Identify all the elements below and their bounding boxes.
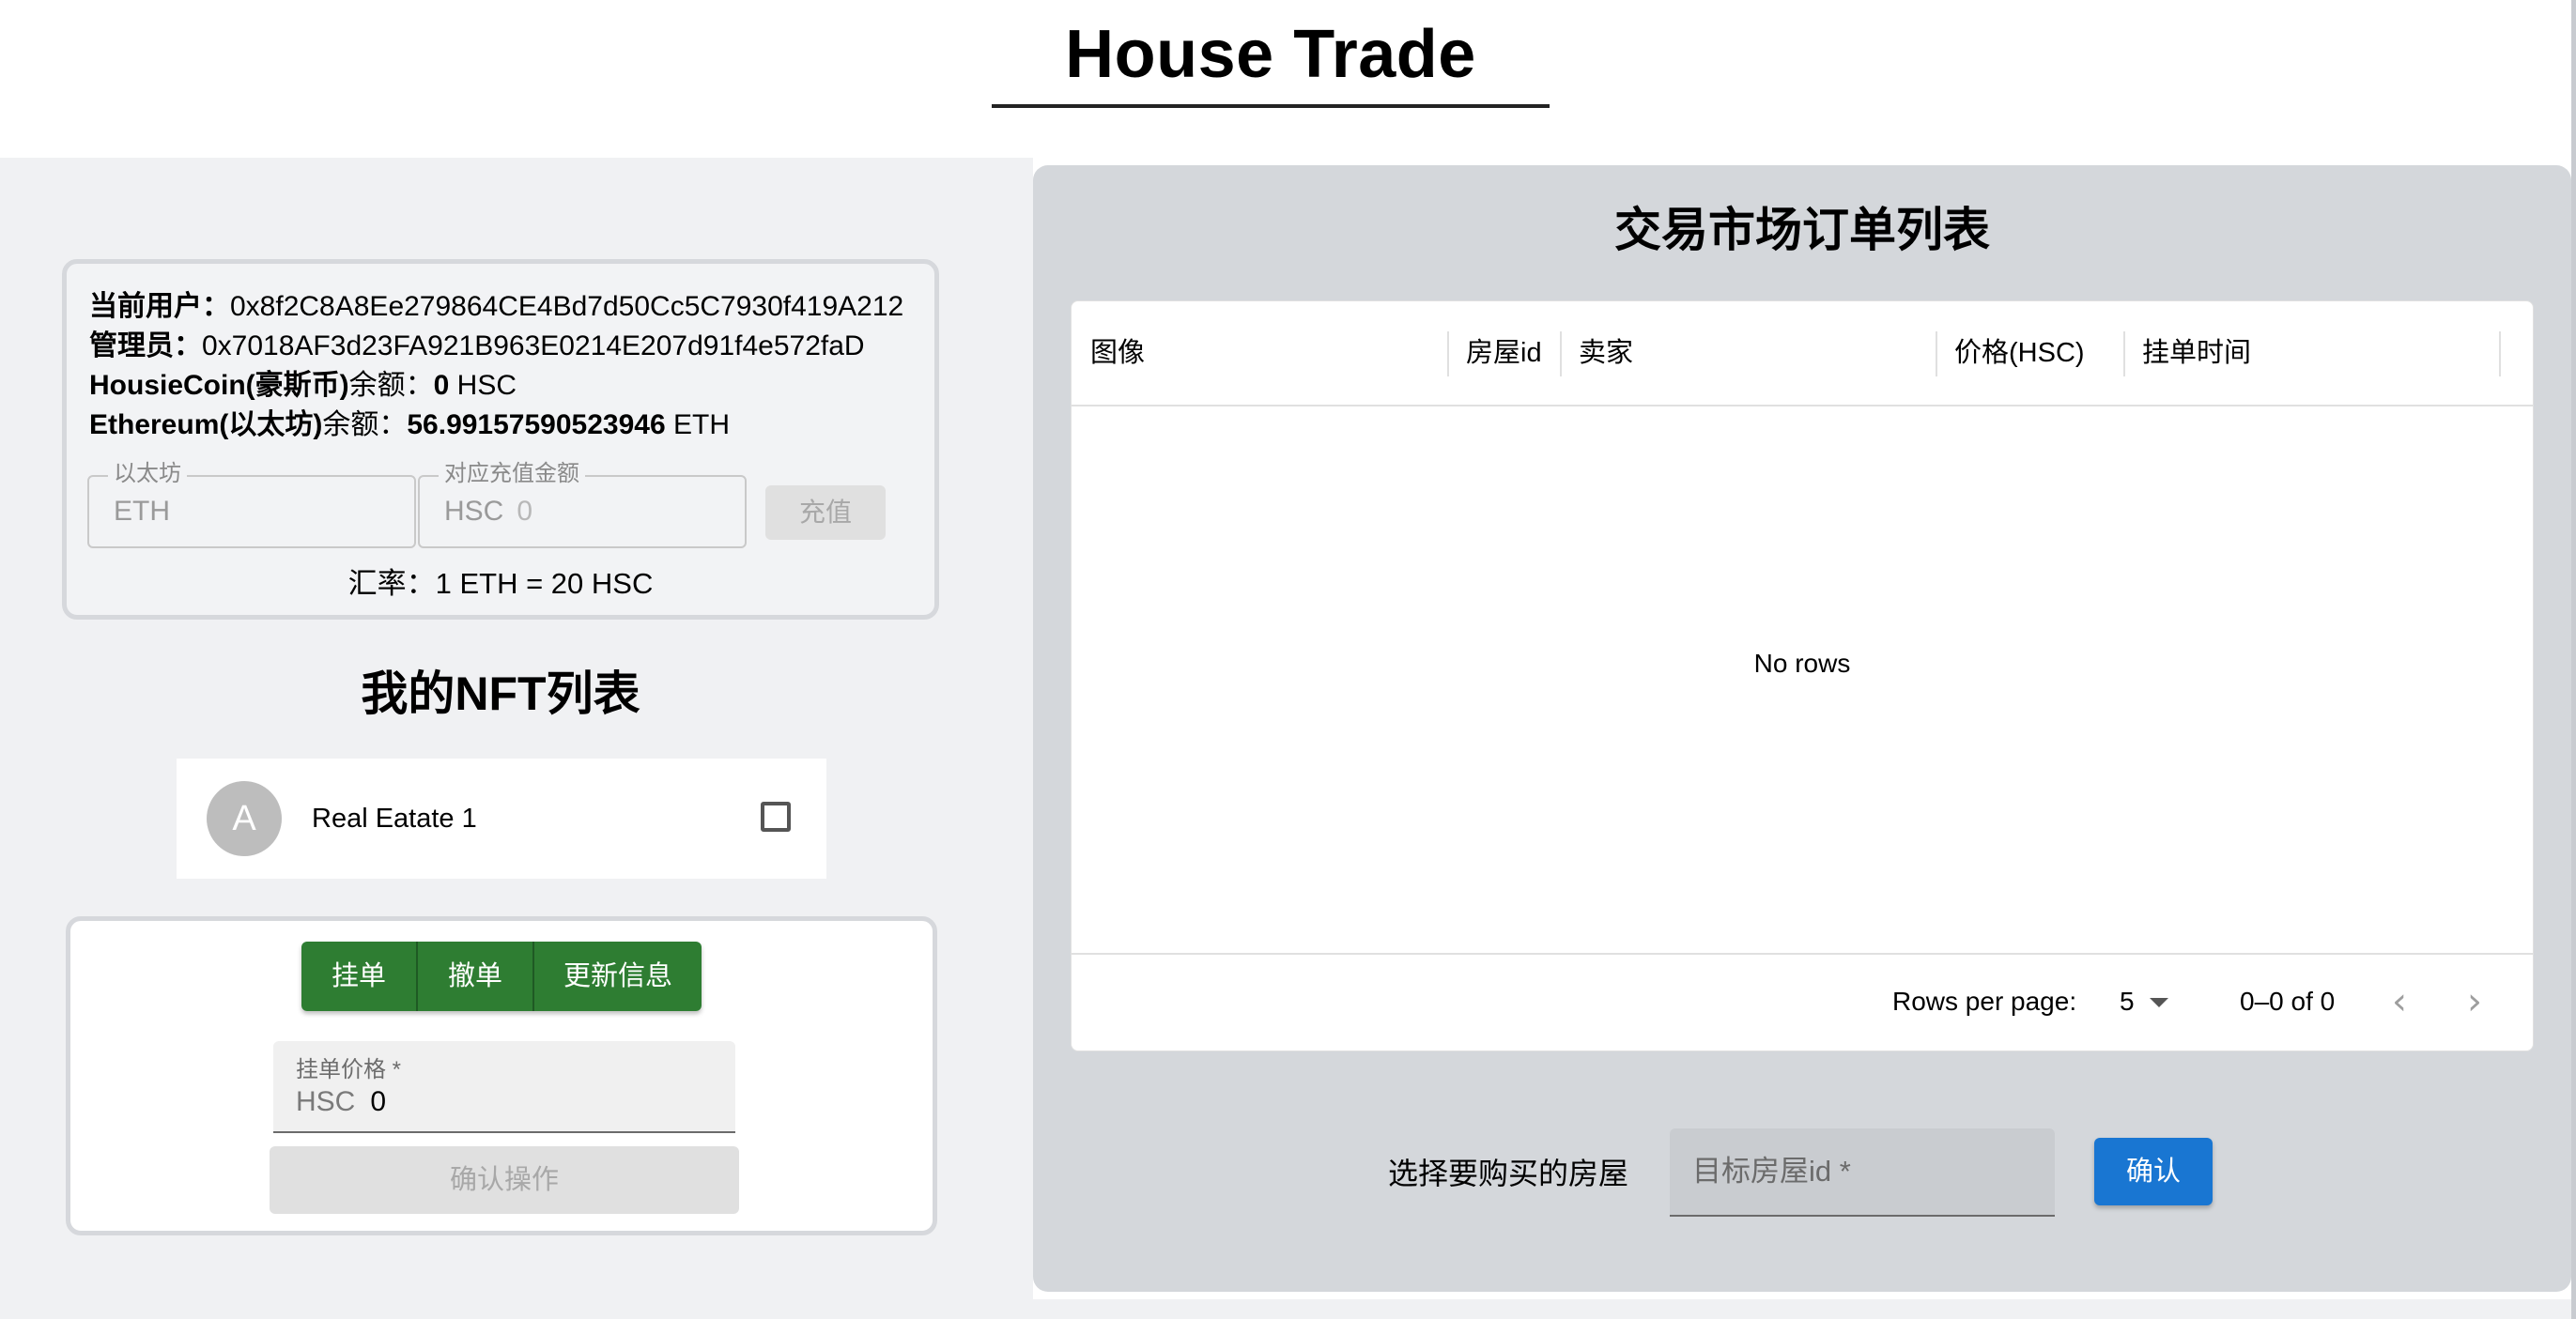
listing-price-field[interactable]: 挂单价格 * HSC 0 — [273, 1041, 735, 1133]
rows-per-page-select[interactable]: 5 — [2120, 981, 2135, 1022]
hsc-amount-field[interactable]: 对应充值金额 HSC 0 — [418, 460, 747, 548]
page-footer-strip — [0, 1299, 2571, 1319]
eth-balance-suffix: 余额： — [322, 409, 408, 440]
cancel-order-button[interactable]: 撤单 — [418, 942, 534, 1011]
listing-price-label: 挂单价格 * — [296, 1057, 402, 1082]
table-header: 图像 房屋id 卖家 价格(HSC) 挂单时间 — [1072, 301, 2533, 406]
pagination-range: 0–0 of 0 — [2240, 987, 2336, 1016]
hsc-unit: HSC — [449, 370, 517, 401]
admin-address: 0x7018AF3d23FA921B963E0214E207d91f4e572f… — [202, 330, 865, 361]
hsc-balance-suffix: 余额： — [348, 370, 434, 401]
eth-field-prefix: ETH — [114, 496, 170, 527]
column-header-seller[interactable]: 卖家 — [1560, 301, 1936, 405]
column-separator[interactable] — [2499, 331, 2501, 376]
chevron-right-icon[interactable]: › — [2454, 979, 2495, 1024]
rows-per-page-label: Rows per page: — [1892, 987, 2077, 1016]
action-button-group: 挂单 撤单 更新信息 — [301, 942, 702, 1011]
purchase-label: 选择要购买的房屋 — [1388, 1157, 1629, 1190]
exchange-rate: 汇率：1 ETH = 20 HSC — [347, 567, 654, 600]
avatar: A — [207, 781, 282, 856]
list-item[interactable]: A Real Eatate 1 — [177, 759, 826, 879]
listing-action-card: 挂单 撤单 更新信息 挂单价格 * HSC 0 确认操作 — [66, 916, 937, 1235]
recharge-button[interactable]: 充值 — [765, 485, 886, 540]
listing-price-prefix: HSC — [296, 1086, 356, 1117]
account-card: 当前用户：0x8f2C8A8Ee279864CE4Bd7d50Cc5C7930f… — [62, 259, 939, 620]
column-header-image[interactable]: 图像 — [1072, 301, 1447, 405]
table-pagination: Rows per page: 5 0–0 of 0 ‹ › — [1072, 953, 2533, 1051]
current-user-address: 0x8f2C8A8Ee279864CE4Bd7d50Cc5C7930f419A2… — [230, 291, 904, 322]
hsc-balance-line: HousieCoin(豪斯币)余额：0 HSC — [89, 367, 517, 405]
column-header-listing-time[interactable]: 挂单时间 — [2123, 301, 2499, 405]
target-house-id-input[interactable]: 目标房屋id * — [1670, 1128, 2055, 1217]
chevron-down-icon[interactable] — [2150, 998, 2168, 1007]
current-user-line: 当前用户：0x8f2C8A8Ee279864CE4Bd7d50Cc5C7930f… — [89, 288, 903, 326]
admin-line: 管理员：0x7018AF3d23FA921B963E0214E207d91f4e… — [89, 328, 865, 365]
column-header-price[interactable]: 价格(HSC) — [1936, 301, 2123, 405]
page-title: House Trade — [992, 6, 1550, 108]
order-table: 图像 房屋id 卖家 价格(HSC) 挂单时间 No rows Rows per… — [1071, 300, 2534, 1051]
current-user-label: 当前用户： — [89, 291, 230, 322]
nft-checkbox[interactable] — [761, 802, 791, 832]
confirm-purchase-button[interactable]: 确认 — [2094, 1138, 2213, 1205]
confirm-operation-button[interactable]: 确认操作 — [270, 1146, 739, 1214]
empty-state-text: No rows — [1753, 649, 1851, 678]
eth-amount-field[interactable]: 以太坊 ETH — [87, 460, 416, 548]
app-header: House Trade — [0, 0, 2576, 158]
chevron-left-icon[interactable]: ‹ — [2379, 979, 2420, 1024]
nft-name: Real Eatate 1 — [312, 804, 477, 834]
market-title: 交易市场订单列表 — [1614, 204, 1990, 256]
hsc-field-prefix: HSC — [444, 496, 504, 527]
nft-list-title: 我的NFT列表 — [361, 667, 640, 720]
update-info-button[interactable]: 更新信息 — [534, 942, 702, 1011]
hsc-balance-value: 0 — [433, 370, 450, 401]
column-header-house-id[interactable]: 房屋id — [1447, 301, 1560, 405]
listing-price-value: 0 — [370, 1086, 387, 1117]
eth-unit: ETH — [665, 409, 730, 440]
admin-label: 管理员： — [89, 330, 202, 361]
eth-balance-line: Ethereum(以太坊)余额：56.99157590523946 ETH — [89, 406, 730, 444]
eth-balance-label: Ethereum(以太坊) — [89, 409, 323, 440]
eth-field-legend: 以太坊 — [108, 460, 187, 488]
list-order-button[interactable]: 挂单 — [301, 942, 418, 1011]
hsc-balance-label: HousieCoin(豪斯币) — [89, 370, 349, 401]
target-house-id-placeholder: 目标房屋id * — [1692, 1155, 1851, 1188]
scrollbar[interactable] — [2571, 0, 2576, 1319]
eth-balance-value: 56.99157590523946 — [407, 409, 666, 440]
hsc-field-legend: 对应充值金额 — [439, 460, 585, 488]
hsc-field-value: 0 — [517, 496, 533, 527]
